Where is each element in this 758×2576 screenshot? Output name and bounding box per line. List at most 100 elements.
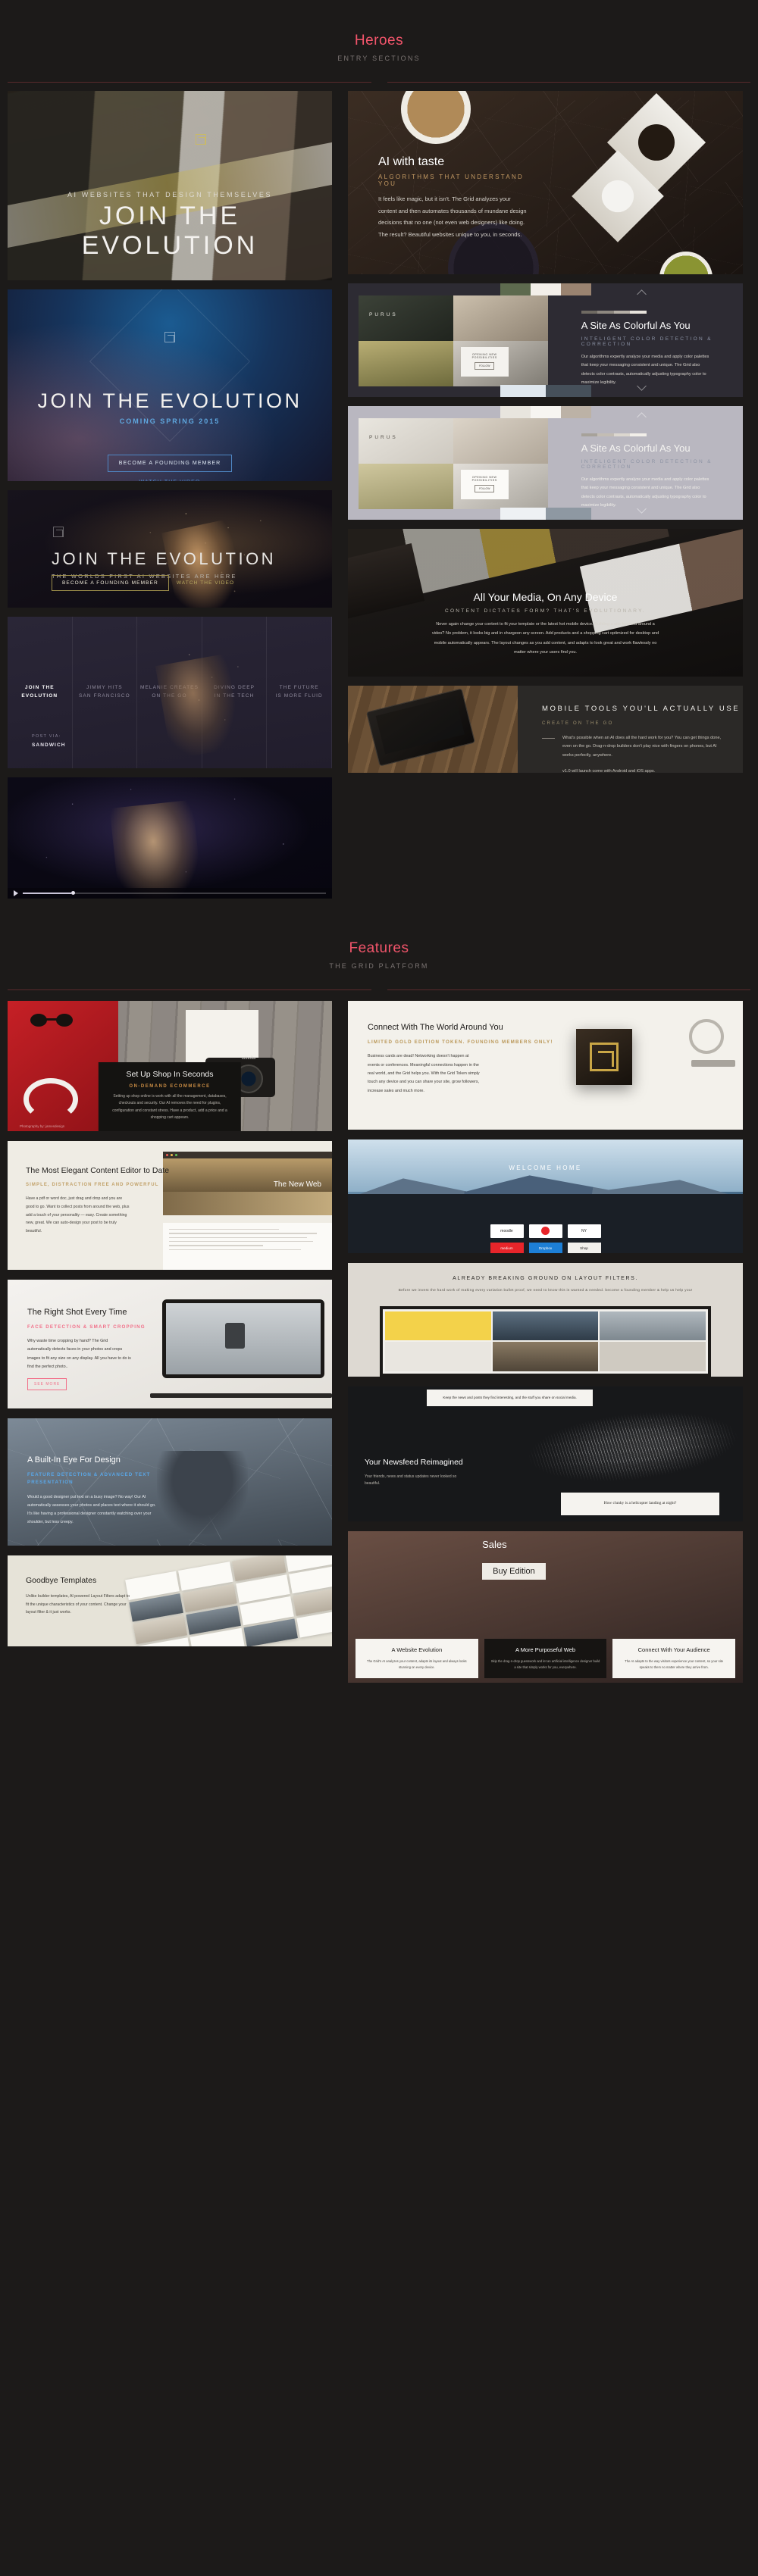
hero-cta-stack: BECOME A FOUNDING MEMBER WATCH THE VIDEO <box>8 454 332 481</box>
become-founding-member-button[interactable]: BECOME A FOUNDING MEMBER <box>52 574 169 591</box>
layout-filters-text: ALREADY BREAKING GROUND ON LAYOUT FILTER… <box>348 1274 743 1294</box>
sales-card[interactable]: A More Purposeful Web Skip the drag-n-dr… <box>484 1638 607 1678</box>
feature-card-newsfeed[interactable]: Keep the news and posts they find intere… <box>348 1386 743 1521</box>
grid-logo-icon <box>164 331 175 342</box>
video-scrubber[interactable] <box>23 891 326 896</box>
slice-4[interactable]: THE FUTURE IS MORE FLUID <box>267 616 332 768</box>
logo-shop[interactable]: Shop <box>567 1242 601 1253</box>
hero-card-worlds-first[interactable]: JOIN THE EVOLUTION THE WORLDS FIRST AI W… <box>8 489 332 608</box>
hero-text-stack: AI WEBSITES THAT DESIGN THEMSELVES JOIN … <box>8 191 332 280</box>
gold-token <box>575 1029 632 1086</box>
hero-card-mobile-tools[interactable]: MOBILE TOOLS YOU'LL ACTUALLY USE CREATE … <box>348 685 743 773</box>
tile-follow-button[interactable]: FOLLOW <box>475 485 495 493</box>
mini-preview-bottom <box>500 384 591 397</box>
card-body: Our algorithms expertly analyze your med… <box>581 477 709 508</box>
cyclist-photo <box>224 1323 245 1349</box>
feature-card-right-shot[interactable]: The Right Shot Every Time FACE DETECTION… <box>8 1279 332 1408</box>
hero-card-join-evolution-light[interactable]: AI WEBSITES THAT DESIGN THEMSELVES JOIN … <box>8 90 332 280</box>
become-founding-member-button[interactable]: BECOME A FOUNDING MEMBER <box>107 454 233 472</box>
hand-photo <box>109 799 203 899</box>
card-text: AI with taste ALGORITHMS THAT UNDERSTAND… <box>378 155 530 240</box>
sales-card-title: A More Purposeful Web <box>515 1646 576 1653</box>
feature-card-goodbye-templates[interactable]: Goodbye Templates Unlike builder templat… <box>8 1555 332 1646</box>
document-preview <box>163 1222 332 1270</box>
post-via-block: POST VIA: SANDWICH <box>32 733 66 750</box>
sales-card[interactable]: Connect With Your Audience The AI adapts… <box>612 1638 736 1678</box>
feature-body: Why waste time cropping by hand? The Gri… <box>27 1339 131 1370</box>
card-title: A Site As Colorful As You <box>581 319 691 331</box>
chevron-up-icon[interactable] <box>637 289 647 299</box>
popup-text: Keep the news and posts they find intere… <box>443 1395 577 1399</box>
card-text: All Your Media, On Any Device CONTENT DI… <box>432 591 659 657</box>
card-text-panel: A Site As Colorful As You INTELIGENT COL… <box>569 406 743 520</box>
features-right-column: Connect With The World Around You LIMITE… <box>348 1000 743 1683</box>
feature-title: The Right Shot Every Time <box>27 1307 127 1317</box>
color-swatch <box>581 310 647 314</box>
video-controls[interactable] <box>8 887 332 899</box>
laptop-device <box>162 1299 324 1378</box>
play-icon[interactable] <box>14 889 18 896</box>
layout-filters-sub: Before we invest the hard work of making… <box>398 1289 693 1293</box>
feature-card-connect-world[interactable]: Connect With The World Around You LIMITE… <box>348 1000 743 1130</box>
hero-card-ai-with-taste[interactable]: AI with taste ALGORITHMS THAT UNDERSTAND… <box>348 90 743 274</box>
feature-title: A Built-In Eye For Design <box>27 1455 121 1465</box>
hero-card-coming-spring[interactable]: JOIN THE EVOLUTION COMING SPRING 2015 BE… <box>8 289 332 481</box>
quote-text: How clunky is a helicopter landing at ni… <box>603 1501 677 1506</box>
card-body-row: What's possible when an AI does all the … <box>542 734 743 773</box>
logo-record[interactable] <box>528 1224 562 1238</box>
card-text: MOBILE TOOLS YOU'LL ACTUALLY USE CREATE … <box>518 686 743 773</box>
hero-title: JOIN THE EVOLUTION <box>37 389 302 412</box>
feature-card-sales[interactable]: Sales Buy Edition A Website Evolution Th… <box>348 1530 743 1683</box>
logo-medium[interactable]: medium <box>490 1242 524 1253</box>
tile-brand: PURUS <box>369 434 398 440</box>
watch-video-link[interactable]: WATCH THE VIDEO <box>8 480 332 481</box>
slice-label: THE FUTURE IS MORE FLUID <box>275 684 323 699</box>
heroes-divider <box>0 81 758 83</box>
heroes-right-column: AI with taste ALGORITHMS THAT UNDERSTAND… <box>348 90 743 773</box>
tile-brand: PURUS <box>369 311 398 317</box>
welcome-headline: WELCOME HOME <box>509 1164 582 1171</box>
feature-card-welcome-home[interactable]: WELCOME HOME moodle NY medium Dropbox Sh… <box>348 1139 743 1253</box>
see-more-button[interactable]: SEE MORE <box>27 1378 67 1391</box>
feature-card-set-up-shop[interactable]: minolta Set Up Shop In Seconds ON-DEMAND… <box>8 1000 332 1131</box>
feature-card-layout-filters[interactable]: ALREADY BREAKING GROUND ON LAYOUT FILTER… <box>348 1262 743 1377</box>
feature-card-built-in-eye[interactable]: A Built-In Eye For Design FEATURE DETECT… <box>8 1418 332 1546</box>
logo-dropbox[interactable]: Dropbox <box>528 1242 562 1253</box>
tile-follow-button[interactable]: FOLLOW <box>475 362 495 370</box>
hero-card-split-slices[interactable]: JOIN THE EVOLUTION JIMMY HITS SAN FRANCI… <box>8 616 332 768</box>
sales-card-row: A Website Evolution The Grid's AI analyz… <box>356 1638 736 1678</box>
watch-video-link[interactable]: WATCH THE VIDEO <box>177 580 234 586</box>
tile-caption: OPENING NEW POSSIBILITIES <box>471 476 497 483</box>
hero-card-all-your-media[interactable]: All Your Media, On Any Device CONTENT DI… <box>348 528 743 677</box>
feature-text: A Built-In Eye For Design FEATURE DETECT… <box>27 1455 196 1527</box>
feature-text: Your Newsfeed Reimagined Your friends, n… <box>365 1458 471 1488</box>
feature-card-content-editor[interactable]: The New Web The Most Elegant Content Edi… <box>8 1140 332 1270</box>
feature-body: Unlike builder templates, AI powered Lay… <box>26 1593 130 1615</box>
headphones <box>23 1078 79 1121</box>
post-via-value: SANDWICH <box>32 742 66 748</box>
video-scrubber-handle[interactable] <box>71 891 75 896</box>
slice-1[interactable]: JIMMY HITS SAN FRANCISCO <box>73 616 138 768</box>
sales-card-title: Connect With Your Audience <box>637 1646 710 1653</box>
site-preview-tiles: PURUS OPENING NEW POSSIBILITIES FOLLOW <box>359 295 548 386</box>
page-title: Heroes <box>354 33 404 48</box>
sales-card[interactable]: A Website Evolution The Grid's AI analyz… <box>356 1638 478 1678</box>
feature-eyebrow: SIMPLE, DISTRACTION FREE AND POWERFUL <box>26 1183 159 1188</box>
features-subtitle: THE GRID PLATFORM <box>329 961 429 970</box>
chevron-up-icon[interactable] <box>637 412 647 422</box>
logo-moodle[interactable]: moodle <box>490 1224 524 1238</box>
layout-grid-preview <box>382 1308 709 1374</box>
editor-caption: The New Web <box>273 1180 321 1189</box>
buy-edition-button[interactable]: Buy Edition <box>482 1562 546 1580</box>
laptop-base <box>150 1393 332 1398</box>
hero-card-colorful-light[interactable]: PURUS OPENING NEW POSSIBILITIES FOLLOW A <box>348 405 743 520</box>
logo-ny[interactable]: NY <box>567 1224 601 1238</box>
card-body: Never again change your content to fit y… <box>431 621 659 655</box>
feature-eyebrow: LIMITED GOLD EDITION TOKEN. FOUNDING MEM… <box>368 1039 553 1045</box>
features-title: Features <box>349 939 409 956</box>
logo-row-2: medium Dropbox Shop <box>348 1242 743 1253</box>
card-eyebrow: CONTENT DICTATES FORM? THAT'S EVOLUTIONA… <box>444 608 647 614</box>
card-eyebrow: ALGORITHMS THAT UNDERSTAND YOU <box>378 174 525 188</box>
hero-card-video[interactable] <box>8 777 332 899</box>
hero-card-colorful-dark[interactable]: PURUS OPENING NEW POSSIBILITIES FOLLOW A <box>348 283 743 397</box>
